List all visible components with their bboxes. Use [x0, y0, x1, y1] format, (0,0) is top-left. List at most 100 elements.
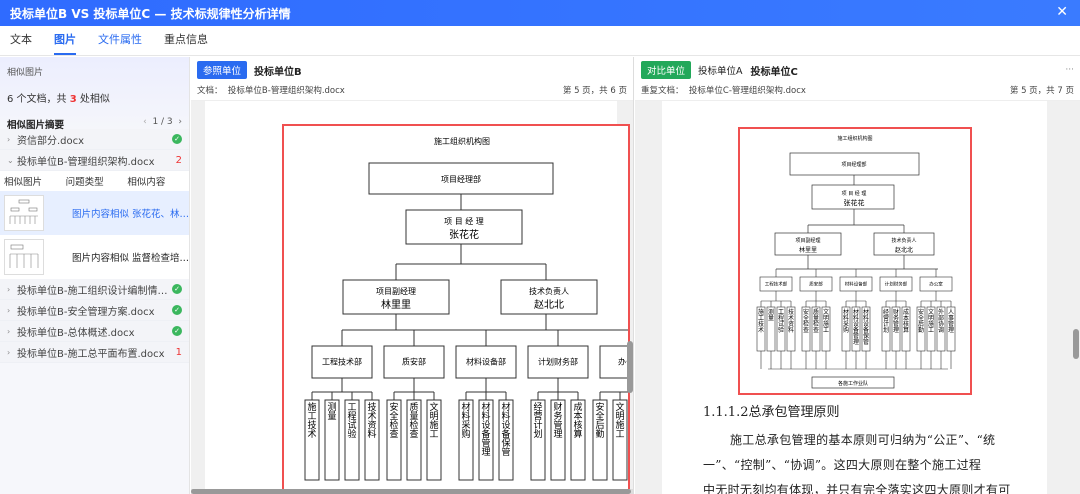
svg-text:施工组织机构图: 施工组织机构图 [837, 135, 872, 142]
file-item-expanded[interactable]: ⌄ 投标单位B-管理组织架构.docx 2 [0, 150, 189, 171]
svg-text:各施工作业队: 各施工作业队 [838, 380, 868, 387]
org-dep2: 技术负责人 [529, 286, 569, 296]
compare-badge: 对比单位 [641, 61, 692, 79]
org-leaf-char: 术 [307, 428, 316, 440]
svg-text:项 目 经 理: 项 目 经 理 [842, 190, 867, 197]
org-pm-name: 张花花 [449, 228, 479, 241]
chevron-right-icon: › [7, 347, 11, 357]
reference-header: 参照单位 投标单位B 文档： 投标单位B-管理组织架构.docx 第 5 页，共… [191, 57, 633, 101]
tab-images[interactable]: 图片 [54, 31, 76, 55]
more-icon[interactable]: ··· [1065, 65, 1074, 75]
chevron-right-icon: › [7, 305, 11, 315]
org-leaf-char: 划 [883, 326, 889, 334]
org-leaf-char: 验 [778, 326, 784, 334]
compare-doc: 重复文档： 投标单位C-管理组织架构.docx [641, 86, 806, 96]
reference-document-view[interactable]: 施工组织机构图 项目经理部 项 目 经 理 张花花 项目副经理 林里里 技术负责… [191, 101, 633, 494]
sidebar-header: 相似图片 6 个文档，共 3 处相似 相似图片摘要 ‹ 1 / 3 › [0, 57, 189, 131]
org-leaf-char: 算 [903, 326, 909, 334]
similar-count: 2 [175, 154, 182, 166]
reference-unit: 投标单位B [254, 66, 302, 78]
tab-text[interactable]: 文本 [10, 31, 32, 55]
org-leaf-char: 调 [938, 326, 944, 334]
org-dept-label: 工程技术部 [322, 357, 362, 367]
org-leaf-char: 查 [813, 326, 819, 334]
org-chart-image-compare[interactable]: 施工组织机构图 项目经理部 项 目 经 理 张花花 项目副经理 林里里 技术负责… [738, 127, 972, 395]
org-leaf-char: 理 [948, 327, 954, 334]
org-dept-label: 办公室 [929, 281, 943, 288]
chevron-right-icon: › [7, 284, 11, 294]
org-pm: 项 目 经 理 [444, 216, 484, 226]
tab-bar: 文本 图片 文件属性 重点信息 [0, 26, 1080, 56]
org-leaf-char: 理 [553, 429, 562, 440]
org-dept-label: 材料设备部 [466, 357, 506, 367]
org-chart-svg-compare: 施工组织机构图 项目经理部 项 目 经 理 张花花 项目副经理 林里里 技术负责… [756, 135, 956, 389]
paragraph-line: 中无时无刻均有体现，并只有完全落实这四大原则才有可 [703, 483, 1011, 494]
org-leaf-char: 查 [409, 428, 418, 440]
org-leaf-char: 工 [429, 430, 438, 440]
org-leaf-char: 理 [853, 339, 859, 346]
tab-key-info[interactable]: 重点信息 [164, 31, 208, 55]
similarity-summary: 6 个文档，共 3 处相似 [7, 94, 110, 105]
similar-row[interactable]: 图片内容相似 监督检查培… [0, 235, 189, 279]
org-dept-label: 计划财务部 [538, 357, 578, 367]
file-item[interactable]: › 资信部分.docx ✓ [0, 129, 189, 150]
compare-document-view[interactable]: 施工组织机构图 项目经理部 项 目 经 理 张花花 项目副经理 林里里 技术负责… [635, 101, 1080, 494]
org-leaf-char: 量 [768, 315, 774, 322]
file-item[interactable]: › 投标单位B-安全管理方案.docx ✓ [0, 300, 189, 321]
chevron-right-icon: › [7, 326, 11, 336]
compare-unit-a[interactable]: 投标单位A [698, 63, 743, 77]
image-thumbnail [4, 239, 44, 275]
file-item[interactable]: › 投标单位B-施工组织设计编制情… ✓ [0, 279, 189, 300]
check-circle-icon: ✓ [172, 305, 182, 315]
org-dep1-name: 林里里 [381, 298, 411, 311]
chevron-down-icon: ⌄ [7, 155, 14, 165]
file-item[interactable]: › 投标单位B-总体概述.docx ✓ [0, 321, 189, 342]
similar-row[interactable]: 图片内容相似 张花花、林… [0, 191, 189, 235]
close-icon[interactable]: ✕ [1056, 4, 1068, 20]
org-leaf-char: 量 [327, 411, 336, 422]
section-title: 相似图片摘要 [7, 120, 65, 131]
paragraph-line: 施工总承包管理的基本原则可归纳为“公正”、“统 [730, 433, 996, 447]
svg-text:赵北北: 赵北北 [895, 246, 913, 254]
org-leaf-char: 勤 [595, 428, 604, 440]
compare-page-info: 第 5 页，共 7 页 [1009, 86, 1074, 96]
prev-page-icon[interactable]: ‹ [143, 117, 147, 127]
next-page-icon[interactable]: › [178, 117, 182, 127]
org-leaf-char: 理 [481, 447, 490, 458]
pager: ‹ 1 / 3 › [143, 117, 182, 127]
org-chart-image[interactable]: 施工组织机构图 项目经理部 项 目 经 理 张花花 项目副经理 林里里 技术负责… [282, 124, 633, 494]
similar-table-header: 相似图片 问题类型 相似内容 [0, 171, 189, 191]
org-leaf-char: 查 [803, 326, 809, 334]
org-leaf-char: 勤 [918, 326, 924, 334]
window-titlebar: 投标单位B VS 投标单位C — 技术标规律性分析详情 ✕ [0, 0, 1080, 26]
svg-text:项目经理部: 项目经理部 [841, 161, 866, 168]
svg-text:林里里: 林里里 [799, 246, 817, 254]
tab-file-properties[interactable]: 文件属性 [98, 31, 142, 55]
file-item[interactable]: › 投标单位B-施工总平面布置.docx 1 [0, 342, 189, 363]
compare-unit[interactable]: 投标单位C [751, 63, 798, 78]
org-chart-svg: 施工组织机构图 项目经理部 项 目 经 理 张花花 项目副经理 林里里 技术负责… [304, 136, 633, 481]
org-leaf-char: 料 [788, 326, 794, 334]
org-leaf-char: 料 [367, 428, 376, 440]
compare-header: 对比单位 投标单位A 投标单位C ··· 重复文档： 投标单位C-管理组织架构.… [635, 57, 1080, 101]
vertical-scrollbar[interactable] [627, 341, 633, 393]
horizontal-scrollbar[interactable] [191, 489, 631, 494]
org-pm-dept: 项目经理部 [441, 174, 481, 184]
paragraph-line: 一”、“控制”、“协调”。这四大原则在整个施工过程 [703, 458, 982, 472]
org-leaf-char: 术 [758, 326, 764, 334]
org-leaf-char: 划 [533, 428, 542, 440]
svg-text:张花花: 张花花 [844, 198, 865, 207]
org-dept-label: 质安部 [402, 357, 426, 367]
org-leaf-char: 工 [823, 327, 829, 334]
similar-images-sidebar: 相似图片 6 个文档，共 3 处相似 相似图片摘要 ‹ 1 / 3 › › 资信… [0, 57, 190, 494]
check-circle-icon: ✓ [172, 326, 182, 336]
section-heading: 1.1.1.2总承包管理原则 [703, 405, 840, 420]
compare-panel: 对比单位 投标单位A 投标单位C ··· 重复文档： 投标单位C-管理组织架构.… [635, 57, 1080, 494]
check-circle-icon: ✓ [172, 284, 182, 294]
org-leaf-char: 查 [389, 428, 398, 440]
vertical-scrollbar[interactable] [1073, 329, 1079, 359]
org-dept-label: 质安部 [809, 281, 823, 288]
similar-count: 1 [175, 346, 182, 358]
svg-text:技术负责人: 技术负责人 [891, 237, 916, 244]
org-title: 施工组织机构图 [434, 136, 490, 146]
